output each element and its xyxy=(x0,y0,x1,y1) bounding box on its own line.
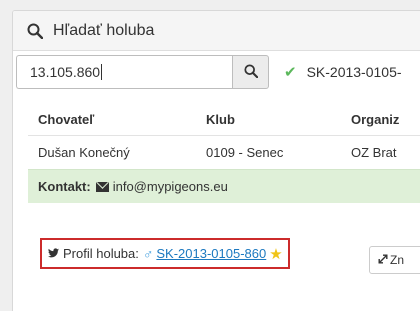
expand-button[interactable]: Zn xyxy=(369,246,420,274)
cell-organization: OZ Brat xyxy=(351,145,397,160)
table-row: Dušan Konečný 0109 - Senec OZ Brat xyxy=(28,135,420,169)
cell-club: 0109 - Senec xyxy=(206,145,284,160)
search-button[interactable] xyxy=(232,55,269,89)
profile-label: Profil holuba: xyxy=(63,246,139,261)
check-icon: ✔ xyxy=(284,64,297,81)
male-symbol-icon: ♂ xyxy=(142,245,154,262)
cell-breeder: Dušan Konečný xyxy=(38,145,130,160)
contact-label: Kontakt: xyxy=(38,179,91,194)
envelope-icon xyxy=(95,181,109,192)
breeder-table: Chovateľ Klub Organiz Dušan Konečný 0109… xyxy=(28,103,420,169)
expand-button-label: Zn xyxy=(390,253,405,267)
contact-row: Kontakt: info@mypigeons.eu xyxy=(28,169,420,203)
pigeon-profile-link[interactable]: SK-2013-0105-860 xyxy=(156,246,266,261)
text-caret xyxy=(101,64,103,80)
star-icon[interactable]: ★ xyxy=(269,245,282,263)
expand-icon xyxy=(378,253,388,267)
search-input[interactable]: 13.105.860 xyxy=(16,55,232,89)
panel-title: Hľadať holuba xyxy=(53,21,155,39)
pigeon-profile-box: Profil holuba: ♂ SK-2013-0105-860 ★ xyxy=(40,238,290,269)
search-input-value: 13.105.860 xyxy=(30,64,101,80)
contact-email: info@mypigeons.eu xyxy=(112,179,228,194)
column-header-breeder: Chovateľ xyxy=(38,111,95,127)
search-icon xyxy=(243,63,258,81)
panel-header: Hľadať holuba xyxy=(13,11,420,51)
search-icon xyxy=(27,23,44,39)
column-header-club: Klub xyxy=(206,111,235,127)
column-header-organization: Organiz xyxy=(351,111,400,127)
twitter-bird-icon xyxy=(48,246,59,261)
search-form: 13.105.860 xyxy=(16,55,269,89)
search-result: ✔ SK-2013-0105- xyxy=(284,57,402,87)
result-ring-number: SK-2013-0105- xyxy=(306,64,402,80)
table-header-row: Chovateľ Klub Organiz xyxy=(28,103,420,135)
